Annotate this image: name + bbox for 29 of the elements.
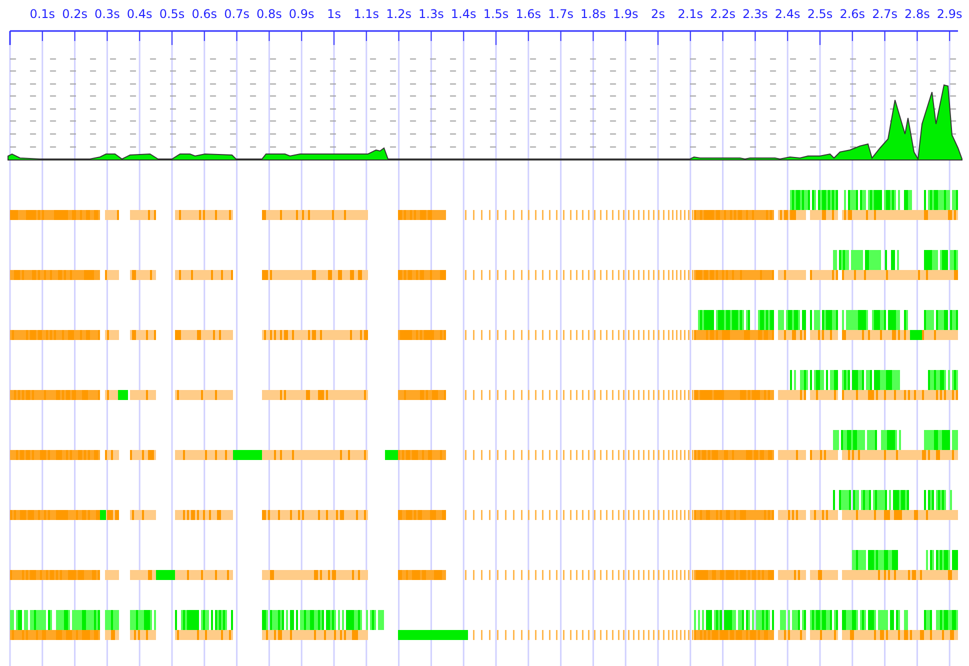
time-label: 0.6s — [192, 7, 218, 21]
time-label: 1.5s — [483, 7, 509, 21]
time-label: 0.7s — [224, 7, 250, 21]
time-label: 0.8s — [256, 7, 282, 21]
time-label: 2.5s — [807, 7, 833, 21]
time-label: 0.4s — [126, 7, 152, 21]
time-label: 1.7s — [548, 7, 574, 21]
time-label: 2.8s — [904, 7, 930, 21]
time-label: 2.1s — [678, 7, 704, 21]
time-label: 1.1s — [354, 7, 380, 21]
time-label: 2.4s — [774, 7, 800, 21]
time-label: 2.3s — [742, 7, 768, 21]
time-label: 1s — [327, 7, 341, 21]
time-label: 0.5s — [159, 7, 185, 21]
time-label: 2.7s — [872, 7, 898, 21]
time-label: 0.2s — [62, 7, 88, 21]
time-label: 1.2s — [386, 7, 412, 21]
time-label: 1.3s — [418, 7, 444, 21]
time-label: 0.1s — [30, 7, 56, 21]
time-label: 2s — [651, 7, 665, 21]
time-label: 1.6s — [516, 7, 542, 21]
time-label: 2.6s — [840, 7, 866, 21]
time-label: 2.2s — [710, 7, 736, 21]
time-label: 0.9s — [288, 7, 314, 21]
time-label: 0.3s — [94, 7, 120, 21]
time-label: 1.9s — [612, 7, 638, 21]
time-label: 1.4s — [450, 7, 476, 21]
time-label: 1.8s — [580, 7, 606, 21]
time-label: 2.9s — [936, 7, 962, 21]
